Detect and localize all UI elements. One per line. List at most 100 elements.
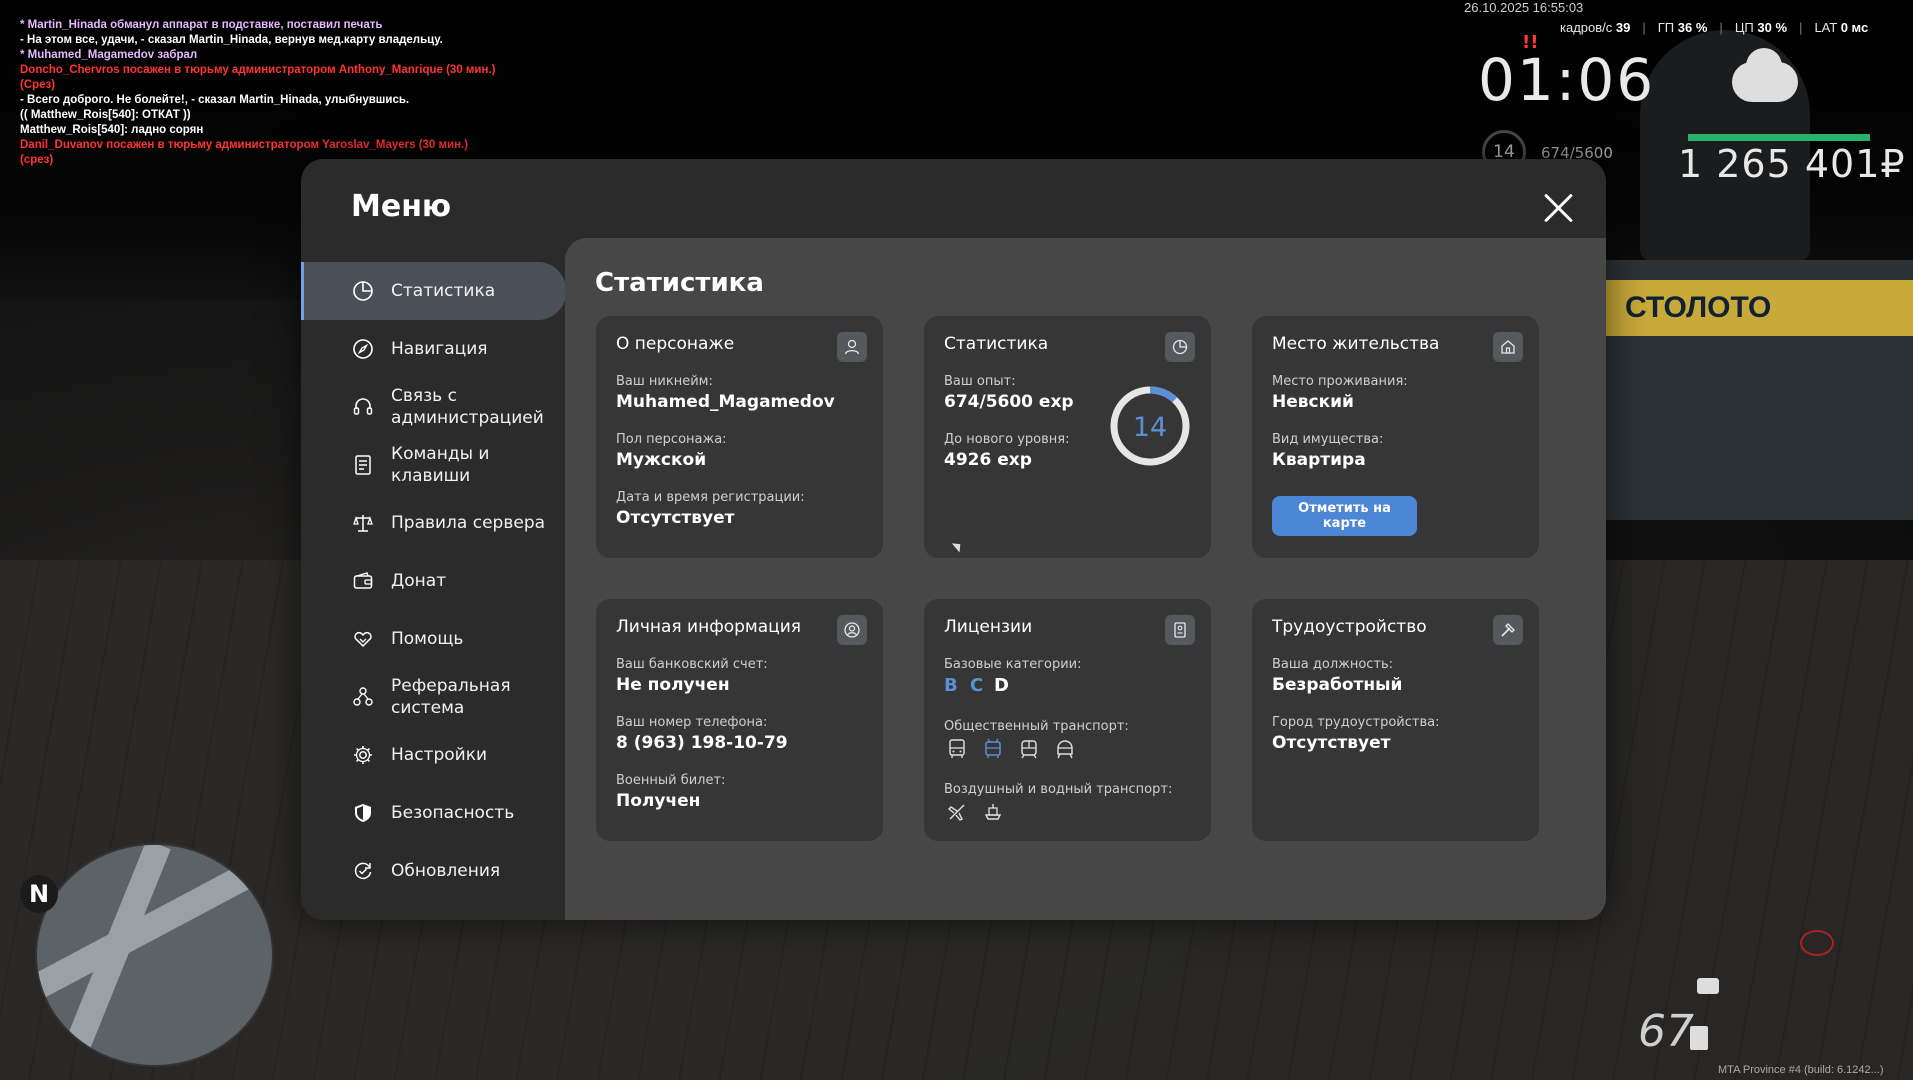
tram-icon bbox=[1016, 737, 1042, 761]
next-level-label: До нового уровня: bbox=[944, 432, 1070, 447]
hud-datetime: 26.10.2025 16:55:03 bbox=[1464, 0, 1584, 15]
sidebar-item-settings[interactable]: Настройки bbox=[301, 726, 566, 784]
next-level-value: 4926 exp bbox=[944, 450, 1032, 470]
sidebar-item-label: Помощь bbox=[391, 629, 464, 649]
compass-icon bbox=[351, 337, 375, 361]
license-category-b: B bbox=[944, 675, 958, 696]
bank-label: Ваш банковский счет: bbox=[616, 657, 768, 672]
chat-line: * Muhamed_Magamedov забрал bbox=[20, 49, 198, 61]
metro-icon bbox=[1052, 737, 1078, 761]
refresh-check-icon bbox=[351, 859, 375, 883]
separator: | bbox=[1719, 20, 1723, 35]
sidebar-item-commands[interactable]: Команды и клавиши bbox=[301, 436, 566, 494]
gender-value: Мужской bbox=[616, 450, 707, 470]
property-type-value: Квартира bbox=[1272, 450, 1366, 470]
nickname-value: Muhamed_Magamedov bbox=[616, 392, 835, 412]
exp-value: 674/5600 exp bbox=[944, 392, 1074, 412]
licenses-card: Лицензии Базовые категории: B C D Общест… bbox=[924, 599, 1211, 841]
fuel-icon bbox=[1690, 1026, 1708, 1050]
sidebar-item-label: Донат bbox=[391, 571, 447, 591]
sidebar-item-label: Статистика bbox=[391, 281, 496, 301]
cpu-label: ЦП bbox=[1734, 20, 1754, 35]
document-list-icon bbox=[351, 453, 375, 477]
phone-value: 8 (963) 198-10-79 bbox=[616, 733, 788, 753]
sidebar-item-label: Реферальная система bbox=[391, 676, 511, 718]
fps-value: 39 bbox=[1615, 20, 1631, 35]
pie-chart-icon bbox=[351, 279, 375, 303]
lat-label: LAT bbox=[1814, 20, 1838, 35]
nickname-label: Ваш никнейм: bbox=[616, 374, 713, 389]
fps-stat: кадров/с 39 bbox=[1560, 20, 1630, 35]
sidebar-item-help[interactable]: Помощь bbox=[301, 610, 566, 668]
lat-stat: LAT 0 мс bbox=[1814, 20, 1868, 35]
license-category-d: D bbox=[994, 675, 1009, 696]
sidebar-item-navigation[interactable]: Навигация bbox=[301, 320, 566, 378]
registration-label: Дата и время регистрации: bbox=[616, 490, 805, 505]
residence-card: Место жительства Место проживания: Невск… bbox=[1252, 316, 1539, 558]
sidebar-item-label: Безопасность bbox=[391, 803, 515, 823]
character-card: О персонаже Ваш никнейм: Muhamed_Magamed… bbox=[596, 316, 883, 558]
house-icon bbox=[1493, 332, 1523, 362]
place-value: Невский bbox=[1272, 392, 1354, 412]
gear-icon bbox=[351, 743, 375, 767]
user-circle-icon bbox=[837, 615, 867, 645]
id-card-icon bbox=[1165, 615, 1195, 645]
air-water-transport-label: Воздушный и водный транспорт: bbox=[944, 782, 1173, 797]
sidebar-item-label: Навигация bbox=[391, 339, 488, 359]
north-indicator: N bbox=[20, 875, 58, 913]
personal-info-card: Личная информация Ваш банковский счет: Н… bbox=[596, 599, 883, 841]
minimap bbox=[35, 843, 274, 1067]
card-title: Статистика bbox=[944, 334, 1049, 354]
content-title: Статистика bbox=[595, 268, 764, 298]
gender-label: Пол персонажа: bbox=[616, 432, 727, 447]
sidebar-item-updates[interactable]: Обновления bbox=[301, 842, 566, 900]
military-value: Получен bbox=[616, 791, 701, 811]
bus-icon bbox=[944, 737, 970, 761]
sidebar-item-label: Правила сервера bbox=[391, 513, 546, 533]
sidebar-item-donate[interactable]: Донат bbox=[301, 552, 566, 610]
mark-on-map-button[interactable]: Отметить на карте bbox=[1272, 496, 1417, 536]
place-label: Место проживания: bbox=[1272, 374, 1408, 389]
sidebar-item-referral[interactable]: Реферальная система bbox=[301, 668, 566, 726]
hammer-icon bbox=[1493, 615, 1523, 645]
plane-icon bbox=[944, 800, 970, 824]
pie-chart-icon bbox=[1165, 332, 1195, 362]
scales-icon bbox=[351, 511, 375, 535]
chat-line: Doncho_Chervros посажен в тюрьму админис… bbox=[20, 64, 496, 91]
cpu-value: 30 % bbox=[1757, 20, 1788, 35]
health-bar bbox=[1688, 134, 1871, 141]
sidebar-item-label: Команды и клавиши bbox=[391, 444, 490, 486]
sidebar-item-admin-contact[interactable]: Связь с администрацией bbox=[301, 378, 566, 436]
modal-title: Меню bbox=[351, 189, 452, 224]
license-category-c: C bbox=[970, 675, 984, 696]
registration-value: Отсутствует bbox=[616, 508, 735, 528]
shield-icon bbox=[351, 801, 375, 825]
lat-value: 0 мс bbox=[1840, 20, 1869, 35]
sidebar-item-label: Настройки bbox=[391, 745, 488, 765]
card-title: Трудоустройство bbox=[1272, 617, 1427, 637]
level-ring: 14 bbox=[1110, 386, 1190, 466]
weather-cloud-icon bbox=[1732, 48, 1798, 102]
level-number: 14 bbox=[1133, 412, 1167, 443]
separator: | bbox=[1642, 20, 1646, 35]
gpu-label: ГП bbox=[1657, 20, 1675, 35]
sidebar-item-rules[interactable]: Правила сервера bbox=[301, 494, 566, 552]
sidebar-item-label: Связь с администрацией bbox=[391, 386, 544, 428]
sidebar-item-statistics[interactable]: Статистика bbox=[301, 262, 566, 320]
sidebar-item-security[interactable]: Безопасность bbox=[301, 784, 566, 842]
headset-icon bbox=[351, 395, 375, 419]
position-value: Безработный bbox=[1272, 675, 1403, 695]
employment-card: Трудоустройство Ваша должность: Безработ… bbox=[1252, 599, 1539, 841]
warning-ring-icon bbox=[1800, 930, 1834, 956]
air-water-transport-icons bbox=[944, 800, 1006, 824]
build-info: MTA Province #4 (build: 6.1242...) bbox=[1718, 1064, 1884, 1076]
fps-label: кадров/с bbox=[1560, 20, 1613, 35]
speed-readout: 67 bbox=[1638, 1006, 1694, 1057]
hud-clock: 01:06 bbox=[1478, 46, 1656, 114]
public-transport-icons bbox=[944, 737, 1078, 761]
chat-line: Matthew_Rois[540]: ладно сорян bbox=[20, 124, 204, 136]
stats-card: Статистика Ваш опыт: 674/5600 exp До нов… bbox=[924, 316, 1211, 558]
close-button[interactable] bbox=[1541, 191, 1575, 225]
property-type-label: Вид имущества: bbox=[1272, 432, 1384, 447]
exp-label: Ваш опыт: bbox=[944, 374, 1016, 389]
